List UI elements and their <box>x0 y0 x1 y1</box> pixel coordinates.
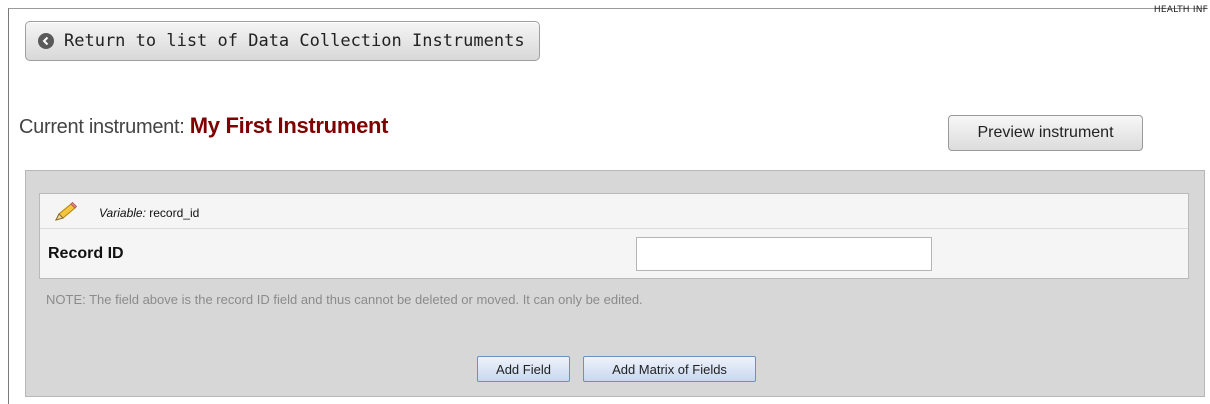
variable-name: record_id <box>149 206 200 220</box>
current-instrument-label: Current instrument: <box>19 116 185 138</box>
corner-header-text: HEALTH INF <box>1153 5 1208 15</box>
return-to-instruments-button[interactable]: Return to list of Data Collection Instru… <box>25 21 540 61</box>
return-button-label: Return to list of Data Collection Instru… <box>64 31 525 51</box>
record-id-note: NOTE: The field above is the record ID f… <box>46 292 643 307</box>
chevron-left-icon <box>38 33 54 49</box>
add-field-button[interactable]: Add Field <box>477 356 570 382</box>
instrument-design-panel: Variable: record_id Record ID NOTE: The … <box>25 170 1205 397</box>
variable-name-text: Variable: record_id <box>99 206 199 220</box>
preview-instrument-button[interactable]: Preview instrument <box>948 115 1143 151</box>
current-instrument-heading: Current instrument: My First Instrument <box>19 113 388 139</box>
record-id-input[interactable] <box>636 237 932 271</box>
add-matrix-button[interactable]: Add Matrix of Fields <box>583 356 756 382</box>
record-id-label: Record ID <box>48 245 124 262</box>
instrument-name: My First Instrument <box>189 113 389 138</box>
variable-header: Variable: record_id <box>40 194 1188 229</box>
field-row: Variable: record_id Record ID <box>39 193 1189 279</box>
pencil-edit-icon[interactable] <box>52 201 78 228</box>
variable-label: Variable: <box>99 206 146 220</box>
